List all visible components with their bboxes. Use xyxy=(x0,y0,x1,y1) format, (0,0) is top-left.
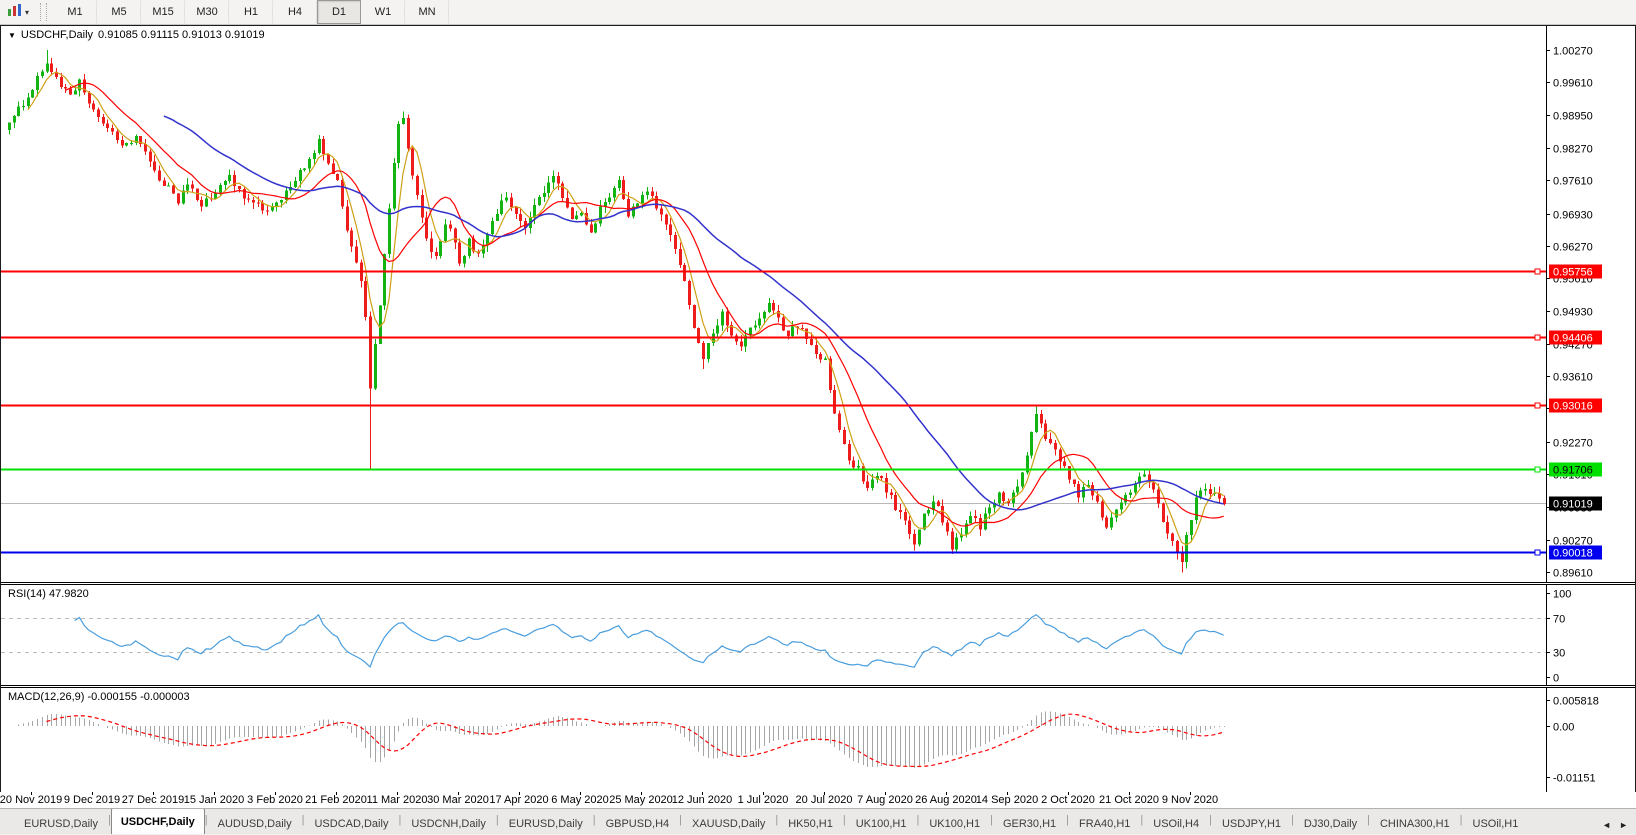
timeframe-button-m1[interactable]: M1 xyxy=(53,0,97,24)
timeframe-button-w1[interactable]: W1 xyxy=(361,0,405,24)
date-tick-label: 21 Feb 2020 xyxy=(305,794,367,806)
macd-indicator-panel[interactable]: 0.005818 0.00 -0.01151 MACD(12,26,9) -0.00… xyxy=(1,688,1635,793)
chart-window: 1.00270 0.99610 0.98950 0.98270 0.97610 0.969… xyxy=(0,25,1636,792)
rsi-indicator-panel[interactable]: 100 70 30 0 RSI(14) 47.9820 xyxy=(1,585,1635,685)
svg-text:0.95756: 0.95756 xyxy=(1553,267,1593,279)
chart-tab-usdcad-daily[interactable]: USDCAD,Daily xyxy=(304,812,398,834)
collapse-chart-icon[interactable]: ▼ xyxy=(8,31,16,40)
svg-text:1.00270: 1.00270 xyxy=(1553,46,1593,58)
svg-text:0.005818: 0.005818 xyxy=(1553,696,1599,708)
timeframe-button-h4[interactable]: H4 xyxy=(273,0,317,24)
chart-tab-xauusd-daily[interactable]: XAUUSD,Daily xyxy=(682,812,775,834)
date-tick-label: 6 May 2020 xyxy=(551,794,608,806)
date-tick-label: 7 Aug 2020 xyxy=(857,794,913,806)
chart-title: ▼ USDCHF,Daily 0.91085 0.91115 0.91013 0.9… xyxy=(8,29,265,41)
date-tick-label: 12 Jun 2020 xyxy=(672,794,733,806)
chart-tab-eurusd-daily[interactable]: EURUSD,Daily xyxy=(499,812,593,834)
chart-tab-dj30-daily[interactable]: DJ30,Daily xyxy=(1294,812,1367,834)
price-chart-panel[interactable]: 1.00270 0.99610 0.98950 0.98270 0.97610 0.969… xyxy=(1,26,1635,582)
svg-text:0.98950: 0.98950 xyxy=(1553,111,1593,123)
date-tick-label: 25 May 2020 xyxy=(609,794,673,806)
rsi-label: RSI(14) 47.9820 xyxy=(8,588,89,600)
svg-text:-0.01151: -0.01151 xyxy=(1553,773,1596,785)
chart-ohlc-values: 0.91085 0.91115 0.91013 0.91019 xyxy=(98,29,265,41)
date-tick-label: 17 Apr 2020 xyxy=(489,794,548,806)
date-tick-label: 15 Jan 2020 xyxy=(184,794,245,806)
timeframe-button-m15[interactable]: M15 xyxy=(141,0,185,24)
svg-text:0.00: 0.00 xyxy=(1553,722,1574,734)
svg-text:70: 70 xyxy=(1553,614,1565,626)
svg-text:0.96270: 0.96270 xyxy=(1553,242,1593,254)
svg-text:0.91019: 0.91019 xyxy=(1553,499,1593,511)
date-tick-label: 9 Nov 2020 xyxy=(1162,794,1218,806)
svg-text:100: 100 xyxy=(1553,589,1571,601)
svg-text:30: 30 xyxy=(1553,648,1565,660)
date-tick-label: 1 Jul 2020 xyxy=(738,794,789,806)
date-tick-label: 27 Dec 2019 xyxy=(122,794,184,806)
chart-tab-usoil-h1[interactable]: USOil,H1 xyxy=(1463,812,1529,834)
date-tick-label: 30 Mar 2020 xyxy=(427,794,489,806)
timeframe-toolbar: ▾ M1M5M15M30H1H4D1W1MN xyxy=(0,0,1636,25)
date-tick-label: 11 Mar 2020 xyxy=(367,794,428,806)
chart-tab-usdjpy-h1[interactable]: USDJPY,H1 xyxy=(1212,812,1291,834)
macd-label: MACD(12,26,9) -0.000155 -0.000003 xyxy=(8,691,190,703)
chart-tab-hk50-h1[interactable]: HK50,H1 xyxy=(778,812,843,834)
tab-scroll-right-icon[interactable]: ► xyxy=(1619,820,1628,830)
chart-tab-gbpusd-h4[interactable]: GBPUSD,H4 xyxy=(596,812,680,834)
indicators-icon xyxy=(7,3,23,22)
chart-tab-eurusd-daily[interactable]: EURUSD,Daily xyxy=(14,812,108,834)
timeframe-button-d1[interactable]: D1 xyxy=(317,0,361,24)
timeframe-button-m30[interactable]: M30 xyxy=(185,0,229,24)
timeframe-button-mn[interactable]: MN xyxy=(405,0,449,24)
date-tick-label: 21 Oct 2020 xyxy=(1099,794,1159,806)
chart-symbol-period: USDCHF,Daily xyxy=(21,29,93,41)
svg-text:0.98270: 0.98270 xyxy=(1553,144,1593,156)
svg-text:0.89610: 0.89610 xyxy=(1553,568,1593,580)
date-tick-label: 26 Aug 2020 xyxy=(915,794,977,806)
chart-tab-usoil-h4[interactable]: USOil,H4 xyxy=(1143,812,1209,834)
svg-text:0.99610: 0.99610 xyxy=(1553,78,1593,90)
date-tick-label: 20 Nov 2019 xyxy=(0,794,62,806)
svg-text:0.90018: 0.90018 xyxy=(1553,548,1593,560)
svg-text:0.91706: 0.91706 xyxy=(1553,465,1593,477)
chart-tab-usdchf-daily[interactable]: USDCHF,Daily xyxy=(111,809,205,834)
date-tick-label: 2 Oct 2020 xyxy=(1041,794,1095,806)
chart-tab-uk100-h1[interactable]: UK100,H1 xyxy=(919,812,990,834)
chart-tab-china300-h1[interactable]: CHINA300,H1 xyxy=(1370,812,1460,834)
timeframe-button-h1[interactable]: H1 xyxy=(229,0,273,24)
date-axis[interactable]: 20 Nov 20199 Dec 201927 Dec 201915 Jan 2… xyxy=(0,792,1636,808)
svg-text:0.94406: 0.94406 xyxy=(1553,333,1593,345)
tab-scroll-left-icon[interactable]: ◄ xyxy=(1602,820,1611,830)
chart-tab-usdcnh-daily[interactable]: USDCNH,Daily xyxy=(401,812,496,834)
svg-text:0.94930: 0.94930 xyxy=(1553,307,1593,319)
indicators-menu-button[interactable]: ▾ xyxy=(2,0,34,25)
chart-tab-audusd-daily[interactable]: AUDUSD,Daily xyxy=(208,812,302,834)
date-tick-label: 9 Dec 2019 xyxy=(64,794,120,806)
toolbar-grip-handle[interactable] xyxy=(40,3,47,21)
chevron-down-icon: ▾ xyxy=(25,8,29,17)
svg-text:0.97610: 0.97610 xyxy=(1553,176,1593,188)
date-tick-label: 14 Sep 2020 xyxy=(976,794,1038,806)
date-tick-label: 20 Jul 2020 xyxy=(796,794,853,806)
svg-text:0.92270: 0.92270 xyxy=(1553,438,1593,450)
chart-tab-uk100-h1[interactable]: UK100,H1 xyxy=(846,812,917,834)
tab-scroll-arrows: ◄ ► xyxy=(1598,820,1636,834)
chart-tab-fra40-h1[interactable]: FRA40,H1 xyxy=(1069,812,1140,834)
date-tick-label: 3 Feb 2020 xyxy=(247,794,303,806)
chart-tab-bar: EURUSD,Daily|USDCHF,Daily|AUDUSD,Daily|U… xyxy=(0,808,1636,834)
timeframe-button-m5[interactable]: M5 xyxy=(97,0,141,24)
chart-tab-ger30-h1[interactable]: GER30,H1 xyxy=(993,812,1066,834)
svg-text:0: 0 xyxy=(1553,673,1559,685)
trading-platform-window: ▾ M1M5M15M30H1H4D1W1MN 1.00270 0.99610 0.9… xyxy=(0,0,1636,835)
svg-text:0.96930: 0.96930 xyxy=(1553,210,1593,222)
svg-text:0.93610: 0.93610 xyxy=(1553,372,1593,384)
svg-text:0.93016: 0.93016 xyxy=(1553,401,1593,413)
